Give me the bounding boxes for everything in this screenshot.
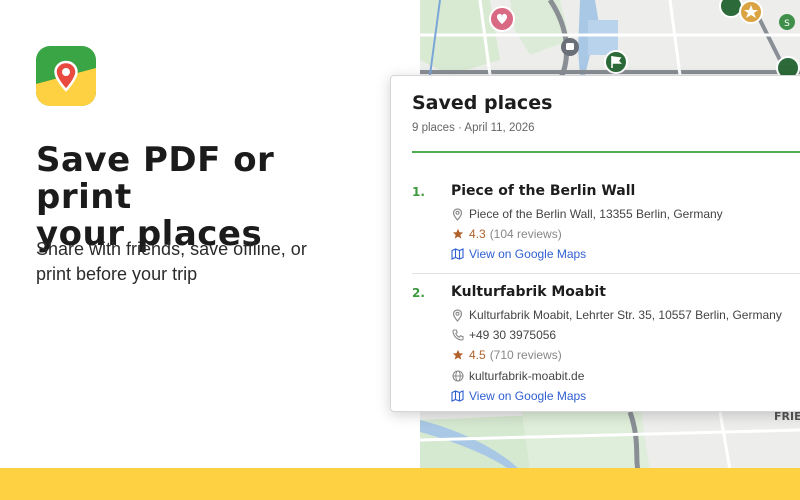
view-on-google-maps-link[interactable]: View on Google Maps bbox=[469, 247, 586, 261]
bottom-band bbox=[0, 468, 800, 500]
globe-icon bbox=[451, 370, 464, 383]
card-title: Saved places bbox=[412, 92, 553, 114]
star-icon bbox=[451, 349, 464, 362]
place-rating: 4.3 bbox=[469, 227, 486, 241]
train-station-icon bbox=[561, 38, 579, 56]
phone-icon bbox=[451, 329, 464, 342]
place-divider bbox=[412, 273, 800, 274]
app-logo bbox=[36, 46, 96, 106]
location-pin-icon bbox=[451, 207, 464, 221]
place-rating: 4.5 bbox=[469, 348, 486, 362]
place-address-row: Piece of the Berlin Wall, 13355 Berlin, … bbox=[451, 206, 723, 222]
map-pin-logo-icon bbox=[36, 46, 96, 106]
heart-poi-marker-icon bbox=[489, 6, 515, 32]
place-link-row[interactable]: View on Google Maps bbox=[451, 388, 586, 404]
flag-poi-marker-icon bbox=[719, 0, 743, 18]
place-review-count: (104 reviews) bbox=[489, 227, 562, 241]
place-number: 1. bbox=[412, 185, 425, 199]
place-website[interactable]: kulturfabrik-moabit.de bbox=[469, 369, 584, 383]
place-address: Piece of the Berlin Wall, 13355 Berlin, … bbox=[469, 207, 723, 221]
place-phone: +49 30 3975056 bbox=[469, 328, 557, 342]
place-link-row[interactable]: View on Google Maps bbox=[451, 246, 586, 262]
map-icon bbox=[451, 248, 464, 261]
promo-subline-line-2: print before your trip bbox=[36, 264, 198, 284]
svg-text:S: S bbox=[784, 19, 790, 29]
star-icon bbox=[451, 228, 464, 241]
flag-poi-marker-icon bbox=[604, 50, 628, 74]
card-meta: 9 places · April 11, 2026 bbox=[412, 122, 535, 134]
location-pin-icon bbox=[451, 308, 464, 322]
map-icon bbox=[451, 390, 464, 403]
place-number: 2. bbox=[412, 286, 425, 300]
s-bahn-icon: S bbox=[779, 14, 795, 30]
place-website-row[interactable]: kulturfabrik-moabit.de bbox=[451, 368, 584, 384]
place-name: Piece of the Berlin Wall bbox=[451, 183, 636, 199]
view-on-google-maps-link[interactable]: View on Google Maps bbox=[469, 389, 586, 403]
promo-subline-line-1: Share with friends, save offline, or bbox=[36, 239, 307, 259]
place-address: Kulturfabrik Moabit, Lehrter Str. 35, 10… bbox=[469, 308, 782, 322]
place-rating-row: 4.3 (104 reviews) bbox=[451, 226, 562, 242]
promo-subline: Share with friends, save offline, or pri… bbox=[36, 237, 356, 287]
place-rating-row: 4.5 (710 reviews) bbox=[451, 347, 562, 363]
saved-places-card: Saved places 9 places · April 11, 2026 1… bbox=[390, 75, 800, 412]
place-review-count: (710 reviews) bbox=[489, 348, 562, 362]
star-poi-marker-icon bbox=[739, 0, 763, 24]
promo-headline-line-1: Save PDF or print bbox=[36, 140, 275, 217]
place-phone-row: +49 30 3975056 bbox=[451, 327, 556, 343]
place-address-row: Kulturfabrik Moabit, Lehrter Str. 35, 10… bbox=[451, 307, 782, 323]
place-name: Kulturfabrik Moabit bbox=[451, 284, 606, 300]
card-divider bbox=[412, 151, 800, 153]
